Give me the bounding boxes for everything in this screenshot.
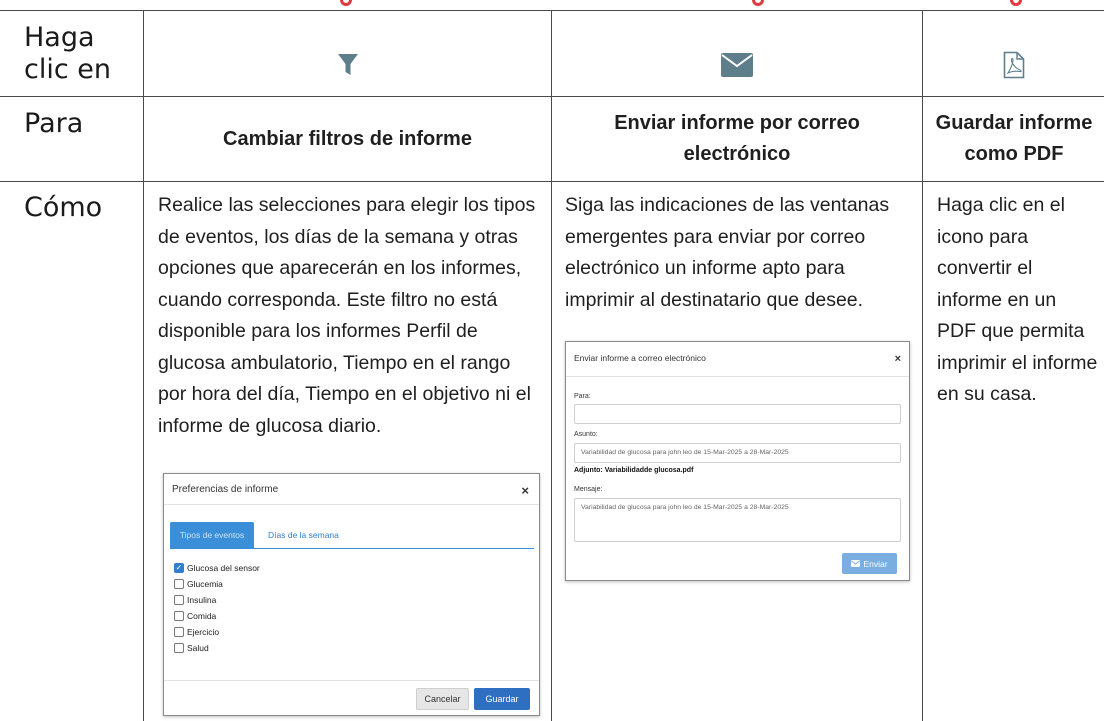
howto-email-text: Siga las indicaciones de las ventanas em… — [565, 194, 890, 311]
option-label: Glucosa del sensor — [187, 563, 260, 573]
dialog-title: Enviar informe a correo electrónico — [574, 353, 706, 363]
checkbox[interactable] — [174, 627, 184, 637]
purpose-email-report: Enviar informe por correo electrónico — [614, 112, 860, 165]
howto-filters-text: Realice las selecciones para elegir los … — [158, 194, 536, 437]
column-divider — [922, 10, 923, 721]
attachment-label: Adjunto: Variabilidadde glucosa.pdf — [574, 467, 694, 474]
option-insulin[interactable]: Insulina — [174, 594, 216, 606]
row-divider — [0, 181, 1104, 182]
row-header-purpose: Para — [24, 108, 84, 139]
dialog-title: Preferencias de informe — [172, 484, 279, 495]
top-accent-marks — [0, 0, 1104, 10]
checkbox[interactable] — [174, 579, 184, 589]
checkbox[interactable] — [174, 611, 184, 621]
option-label: Ejercicio — [187, 627, 220, 637]
row-header-how: Cómo — [24, 192, 103, 223]
to-label: Para: — [574, 393, 591, 400]
tab-event-types[interactable]: Tipos de eventos — [170, 522, 254, 548]
checkbox[interactable] — [174, 643, 184, 653]
message-input[interactable]: Variabilidad de glucosa para john leo de… — [574, 498, 901, 542]
row-header-click: Haga clic en — [24, 22, 111, 85]
option-exercise[interactable]: Ejercicio — [174, 626, 219, 638]
tab-underline — [170, 548, 534, 549]
option-meal[interactable]: Comida — [174, 610, 216, 622]
purpose-change-filters: Cambiar filtros de informe — [223, 127, 472, 150]
save-button[interactable]: Guardar — [474, 688, 530, 710]
purpose-save-pdf: Guardar informe como PDF — [935, 112, 1093, 165]
email-report-dialog: Enviar informe a correo electrónico × Pa… — [565, 341, 910, 581]
howto-pdf-text: Haga clic en el icono para convertir el … — [937, 194, 1098, 405]
close-icon[interactable]: × — [895, 353, 901, 365]
option-sensor-glucose[interactable]: ✓ Glucosa del sensor — [174, 562, 260, 574]
envelope-icon — [851, 560, 861, 567]
top-border — [0, 10, 1104, 11]
option-label: Salud — [187, 643, 209, 653]
subject-label: Asunto: — [574, 431, 598, 438]
filter-icon[interactable] — [144, 40, 551, 90]
option-label: Glucemia — [187, 579, 223, 589]
accent-circle — [1010, 0, 1022, 6]
accent-circle — [340, 0, 352, 6]
cancel-button[interactable]: Cancelar — [416, 688, 469, 710]
report-preferences-dialog: Preferencias de informe × Tipos de event… — [163, 473, 540, 716]
envelope-icon[interactable] — [552, 40, 922, 90]
option-label: Insulina — [187, 595, 217, 605]
close-icon[interactable]: × — [521, 483, 529, 498]
dialog-footer-divider — [164, 680, 539, 681]
checkbox-checked[interactable]: ✓ — [174, 563, 184, 573]
option-label: Comida — [187, 611, 217, 621]
tab-weekdays[interactable]: Días de la semana — [268, 522, 339, 548]
pdf-file-icon[interactable] — [923, 40, 1104, 90]
to-input[interactable] — [574, 404, 901, 424]
send-button[interactable]: Enviar — [842, 553, 897, 574]
message-label: Mensaje: — [574, 486, 603, 493]
accent-circle — [752, 0, 764, 6]
dialog-divider — [164, 504, 539, 505]
send-label: Enviar — [863, 558, 888, 569]
dialog-divider — [566, 376, 909, 377]
column-divider — [551, 10, 552, 721]
subject-input[interactable]: Variabilidad de glucosa para john leo de… — [574, 443, 901, 463]
option-blood-glucose[interactable]: Glucemia — [174, 578, 223, 590]
checkbox[interactable] — [174, 595, 184, 605]
option-health[interactable]: Salud — [174, 642, 209, 654]
